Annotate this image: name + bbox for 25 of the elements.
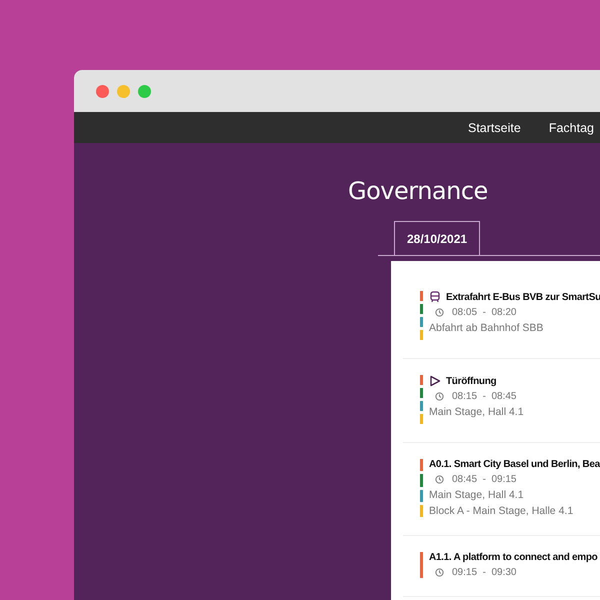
event-title[interactable]: Extrafahrt E-Bus BVB zur SmartSu bbox=[446, 292, 600, 302]
clock-icon bbox=[435, 475, 444, 484]
event-time: 08:05 - 08:20 bbox=[452, 307, 516, 318]
play-icon bbox=[429, 375, 441, 387]
clock-icon bbox=[435, 308, 444, 317]
nav-link[interactable]: Startseite bbox=[468, 120, 521, 134]
date-tab[interactable]: 28/10/2021 bbox=[394, 221, 480, 255]
event-time: 08:15 - 08:45 bbox=[452, 391, 516, 402]
maximize-dot-icon[interactable] bbox=[138, 84, 151, 98]
page-title: Governance bbox=[348, 177, 489, 205]
event-location: Main Stage, Hall 4.1 bbox=[429, 406, 524, 418]
event-location: Block A - Main Stage, Halle 4.1 bbox=[429, 505, 574, 517]
event-title[interactable]: A0.1. Smart City Basel und Berlin, Bea bbox=[429, 459, 600, 470]
event-location: Abfahrt ab Bahnhof SBB bbox=[429, 322, 544, 334]
bus-icon bbox=[429, 291, 441, 303]
close-dot-icon[interactable] bbox=[96, 84, 109, 98]
event-time: 08:45 - 09:15 bbox=[452, 474, 516, 485]
event-time: 09:15 - 09:30 bbox=[452, 567, 516, 578]
clock-icon bbox=[435, 568, 444, 577]
event-title[interactable]: A1.1. A platform to connect and empo bbox=[429, 552, 598, 563]
event-title[interactable]: Türöffnung bbox=[446, 376, 496, 386]
clock-icon bbox=[435, 392, 444, 401]
minimize-dot-icon[interactable] bbox=[117, 84, 130, 98]
nav-link[interactable]: Fachtag bbox=[548, 120, 594, 134]
event-location: Main Stage, Hall 4.1 bbox=[429, 489, 525, 501]
